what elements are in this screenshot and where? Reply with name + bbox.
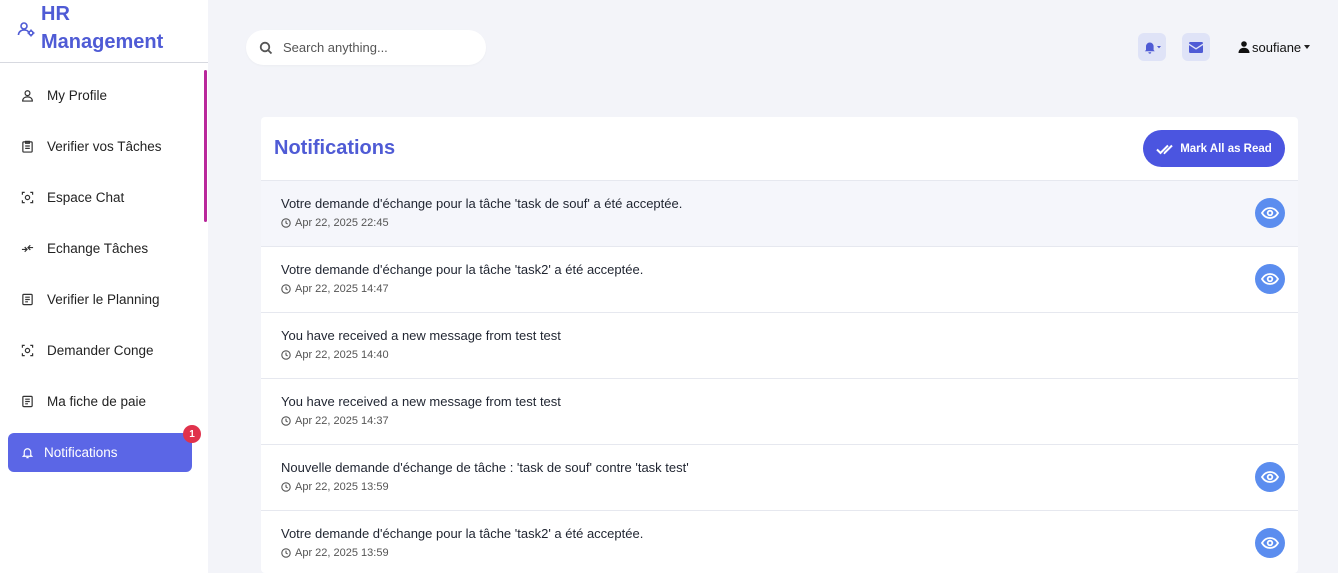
- sidebar-item-label: Notifications: [44, 445, 118, 460]
- notification-time: Apr 22, 2025 22:45: [281, 217, 1298, 229]
- sidebar-item-espace-chat[interactable]: Espace Chat: [0, 172, 208, 223]
- eye-icon: [1261, 471, 1279, 483]
- sidebar-item-label: Echange Tâches: [47, 241, 149, 256]
- sidebar-item-label: Verifier vos Tâches: [47, 139, 162, 154]
- user-icon: [20, 88, 35, 103]
- payslip-icon: [20, 394, 35, 409]
- view-notification-button[interactable]: [1255, 198, 1285, 228]
- notification-message: You have received a new message from tes…: [281, 328, 561, 343]
- notification-timestamp: Apr 22, 2025 14:40: [295, 349, 389, 361]
- bell-icon: [1144, 42, 1161, 54]
- eye-icon: [1261, 207, 1279, 219]
- view-notification-button[interactable]: [1255, 264, 1285, 294]
- notification-time: Apr 22, 2025 13:59: [281, 481, 1298, 493]
- clock-icon: [281, 350, 291, 360]
- notification-item[interactable]: Votre demande d'échange pour la tâche 't…: [261, 247, 1298, 313]
- notification-message: Votre demande d'échange pour la tâche 't…: [281, 526, 644, 541]
- chat-icon: [20, 190, 35, 205]
- sidebar-item-label: Demander Conge: [47, 343, 154, 358]
- calendar-icon: [20, 292, 35, 307]
- sidebar-item-label: Espace Chat: [47, 190, 125, 205]
- bell-icon: [20, 445, 35, 460]
- exchange-icon: [20, 241, 35, 256]
- clock-icon: [281, 548, 291, 558]
- messages-button[interactable]: [1182, 33, 1210, 61]
- leave-icon: [20, 343, 35, 358]
- notification-timestamp: Apr 22, 2025 14:37: [295, 415, 389, 427]
- brand-title-line1: HR: [41, 3, 70, 25]
- user-icon: [1238, 41, 1250, 53]
- sidebar-item-echange-taches[interactable]: Echange Tâches: [0, 223, 208, 274]
- notification-message: Votre demande d'échange pour la tâche 't…: [281, 262, 644, 277]
- notification-item[interactable]: Votre demande d'échange pour la tâche 't…: [261, 181, 1298, 247]
- notification-message: You have received a new message from tes…: [281, 394, 561, 409]
- user-menu[interactable]: soufiane: [1238, 38, 1311, 56]
- sidebar: HR Management My Profile Verifier vos Tâ…: [0, 0, 208, 573]
- sidebar-item-label: My Profile: [47, 88, 108, 103]
- search-bar: [246, 30, 486, 65]
- double-check-icon: [1156, 144, 1173, 154]
- search-icon: [259, 41, 273, 54]
- notification-time: Apr 22, 2025 14:47: [281, 283, 1298, 295]
- chevron-down-icon: [1304, 45, 1311, 49]
- sidebar-item-label: Verifier le Planning: [47, 292, 160, 307]
- user-name: soufiane: [1252, 39, 1302, 55]
- card-header: Notifications Mark All as Read: [261, 117, 1298, 181]
- notification-time: Apr 22, 2025 13:59: [281, 547, 1298, 559]
- page-title: Notifications: [274, 137, 396, 159]
- notification-item[interactable]: You have received a new message from tes…: [261, 379, 1298, 445]
- eye-icon: [1261, 537, 1279, 549]
- notification-timestamp: Apr 22, 2025 14:47: [295, 283, 389, 295]
- users-cog-icon: [17, 20, 35, 38]
- notification-timestamp: Apr 22, 2025 13:59: [295, 547, 389, 559]
- notification-count-badge: 1: [183, 425, 201, 443]
- clock-icon: [281, 218, 291, 228]
- notification-timestamp: Apr 22, 2025 22:45: [295, 217, 389, 229]
- clock-icon: [281, 284, 291, 294]
- notifications-dropdown-button[interactable]: [1138, 33, 1166, 61]
- sidebar-scrollbar[interactable]: [204, 70, 207, 222]
- eye-icon: [1261, 273, 1279, 285]
- sidebar-item-verifier-taches[interactable]: Verifier vos Tâches: [0, 121, 208, 172]
- sidebar-item-label: Ma fiche de paie: [47, 394, 147, 409]
- sidebar-item-notifications[interactable]: Notifications 1: [8, 425, 201, 472]
- notification-item[interactable]: Nouvelle demande d'échange de tâche : 't…: [261, 445, 1298, 511]
- view-notification-button[interactable]: [1255, 462, 1285, 492]
- sidebar-item-demander-conge[interactable]: Demander Conge: [0, 325, 208, 376]
- brand-title-line2: Management: [41, 31, 164, 53]
- notification-time: Apr 22, 2025 14:37: [281, 415, 1298, 427]
- sidebar-nav: My Profile Verifier vos Tâches Espace Ch…: [0, 63, 208, 472]
- notification-time: Apr 22, 2025 14:40: [281, 349, 1298, 361]
- notification-message: Votre demande d'échange pour la tâche 't…: [281, 196, 683, 211]
- mark-all-read-label: Mark All as Read: [1180, 142, 1272, 155]
- notification-item[interactable]: You have received a new message from tes…: [261, 313, 1298, 379]
- sidebar-item-verifier-planning[interactable]: Verifier le Planning: [0, 274, 208, 325]
- brand[interactable]: HR Management: [0, 0, 208, 63]
- clock-icon: [281, 416, 291, 426]
- clipboard-icon: [20, 139, 35, 154]
- mark-all-read-button[interactable]: Mark All as Read: [1143, 130, 1285, 167]
- notification-timestamp: Apr 22, 2025 13:59: [295, 481, 389, 493]
- sidebar-item-my-profile[interactable]: My Profile: [0, 70, 208, 121]
- envelope-icon: [1189, 41, 1203, 53]
- clock-icon: [281, 482, 291, 492]
- sidebar-item-fiche-de-paie[interactable]: Ma fiche de paie: [0, 376, 208, 427]
- notification-item[interactable]: Votre demande d'échange pour la tâche 't…: [261, 511, 1298, 573]
- notification-message: Nouvelle demande d'échange de tâche : 't…: [281, 460, 689, 475]
- view-notification-button[interactable]: [1255, 528, 1285, 558]
- brand-title: HR Management: [41, 0, 163, 56]
- notifications-card: Notifications Mark All as Read Votre dem…: [261, 117, 1298, 573]
- search-input[interactable]: [283, 40, 473, 55]
